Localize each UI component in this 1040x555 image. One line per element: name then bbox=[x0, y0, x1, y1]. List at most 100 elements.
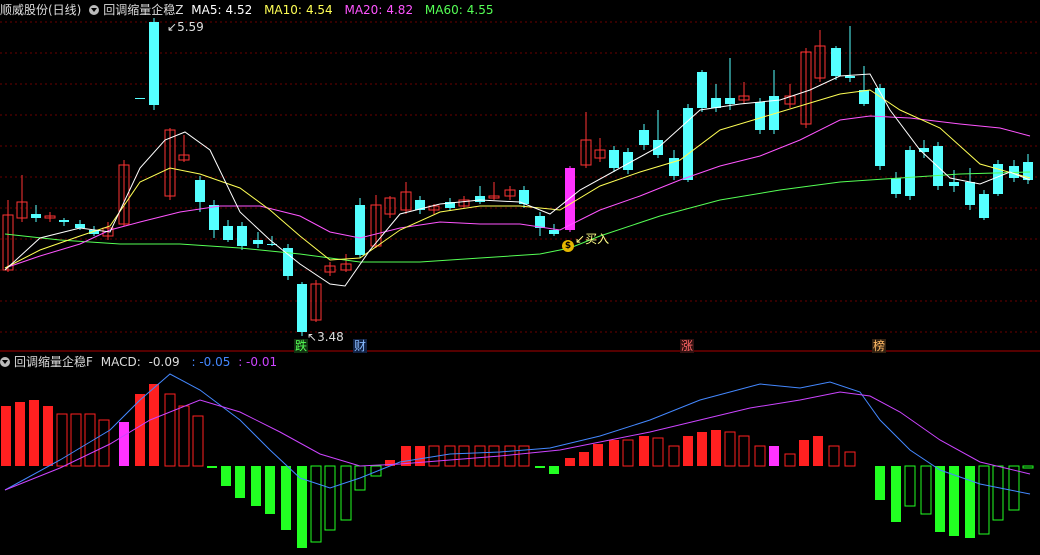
macd-bar bbox=[281, 466, 291, 530]
indicator-dropdown-icon[interactable] bbox=[89, 5, 100, 15]
macd-readout: MACD: -0.09 bbox=[100, 355, 180, 369]
dif-readout: : -0.05 bbox=[191, 355, 231, 369]
macd-bar bbox=[579, 452, 589, 466]
macd-bar bbox=[192, 415, 204, 467]
candle-body bbox=[711, 98, 721, 108]
macd-bar bbox=[622, 439, 634, 467]
macd-bar bbox=[935, 466, 945, 532]
high-price-label: ↙5.59 bbox=[167, 20, 204, 34]
macd-bar bbox=[711, 430, 721, 466]
candle-body bbox=[209, 205, 219, 230]
macd-bar bbox=[474, 445, 486, 467]
macd-bar bbox=[891, 466, 901, 522]
candle-body bbox=[223, 226, 233, 240]
macd-bar bbox=[683, 436, 693, 466]
candle-body bbox=[149, 22, 159, 105]
candle-body bbox=[253, 240, 263, 244]
chart-canvas[interactable] bbox=[0, 0, 1040, 555]
macd-bar bbox=[15, 402, 25, 466]
candle-body bbox=[755, 102, 765, 130]
candle-body bbox=[875, 88, 885, 166]
candle-body bbox=[859, 90, 869, 104]
candle-body bbox=[31, 214, 41, 218]
ma20-readout: MA20: 4.82 bbox=[344, 3, 414, 17]
dea-readout: : -0.01 bbox=[238, 355, 278, 369]
macd-bar bbox=[652, 437, 664, 467]
candle-body bbox=[623, 152, 633, 170]
macd-bar bbox=[370, 465, 382, 477]
candle-body bbox=[355, 205, 365, 255]
buy-signal-label: ↙买入 bbox=[575, 232, 610, 246]
macd-bar bbox=[119, 422, 129, 466]
macd-bar bbox=[965, 466, 975, 538]
candle-body bbox=[965, 182, 975, 205]
candle-body bbox=[565, 168, 575, 230]
macd-bar bbox=[98, 419, 110, 467]
candle-body bbox=[683, 108, 693, 180]
candle-body bbox=[75, 224, 85, 228]
event-tag-die[interactable]: 跌 bbox=[294, 339, 309, 353]
macd-bar bbox=[738, 435, 750, 467]
candle-body bbox=[135, 98, 145, 99]
ma60-readout: MA60: 4.55 bbox=[424, 3, 494, 17]
macd-bar bbox=[754, 445, 766, 467]
macd-bar bbox=[43, 406, 53, 466]
macd-bar bbox=[1022, 465, 1034, 469]
macd-bar bbox=[1008, 465, 1020, 511]
macd-bar bbox=[235, 466, 245, 498]
macd-bar bbox=[844, 451, 856, 467]
macd-bar bbox=[340, 465, 352, 521]
candle-body bbox=[949, 182, 959, 186]
macd-bar bbox=[518, 445, 530, 467]
event-tag-cai[interactable]: 财 bbox=[353, 339, 368, 353]
macd-bar bbox=[1, 406, 11, 466]
macd-bar bbox=[978, 465, 990, 535]
main-panel-header: 顺威股份(日线) 回调缩量企稳Z MA5: 4.52 MA10: 4.54 MA20… bbox=[0, 2, 502, 18]
main-indicator-name[interactable]: 回调缩量企稳Z bbox=[103, 3, 183, 17]
macd-bar bbox=[221, 466, 231, 486]
macd-bar bbox=[697, 432, 707, 466]
macd-bar bbox=[324, 465, 336, 531]
macd-bar bbox=[178, 405, 190, 467]
candle-body bbox=[891, 178, 901, 194]
candle-body bbox=[845, 76, 855, 78]
macd-bar bbox=[813, 436, 823, 466]
macd-dropdown-icon[interactable] bbox=[0, 357, 10, 367]
buy-coin-icon: $ bbox=[562, 240, 574, 252]
macd-bar bbox=[784, 453, 796, 467]
low-price-label: ↖3.48 bbox=[307, 330, 344, 344]
candle-body bbox=[831, 48, 841, 76]
macd-bar bbox=[593, 444, 603, 466]
macd-bar bbox=[639, 436, 649, 466]
macd-bar bbox=[56, 413, 68, 467]
event-tag-zhang[interactable]: 涨 bbox=[680, 339, 695, 353]
macd-bar bbox=[724, 431, 736, 467]
candle-body bbox=[905, 150, 915, 196]
candle-body bbox=[297, 284, 307, 332]
candle-body bbox=[609, 150, 619, 168]
macd-bar bbox=[265, 466, 275, 514]
candle-body bbox=[59, 220, 69, 222]
macd-bar bbox=[565, 458, 575, 466]
macd-bar bbox=[164, 393, 176, 467]
event-tag-bang[interactable]: 榜 bbox=[872, 339, 887, 353]
macd-bar bbox=[828, 445, 840, 467]
macd-bar bbox=[207, 466, 217, 468]
macd-bar bbox=[920, 465, 932, 515]
macd-bar bbox=[668, 445, 680, 467]
macd-bar bbox=[535, 466, 545, 468]
candle-body bbox=[725, 98, 735, 104]
macd-bar bbox=[310, 465, 322, 543]
macd-bar bbox=[799, 440, 809, 466]
candle-body bbox=[237, 226, 247, 246]
macd-bar bbox=[149, 384, 159, 466]
candle-body bbox=[195, 180, 205, 202]
candle-body bbox=[697, 72, 707, 108]
macd-panel-header: 回调缩量企稳F MACD: -0.09 : -0.05 : -0.01 bbox=[0, 354, 281, 370]
macd-indicator-name[interactable]: 回调缩量企稳F bbox=[14, 355, 93, 369]
candle-body bbox=[933, 146, 943, 186]
macd-bar bbox=[769, 446, 779, 466]
macd-bar bbox=[875, 466, 885, 500]
macd-bar bbox=[992, 465, 1004, 521]
macd-bar bbox=[444, 445, 456, 467]
